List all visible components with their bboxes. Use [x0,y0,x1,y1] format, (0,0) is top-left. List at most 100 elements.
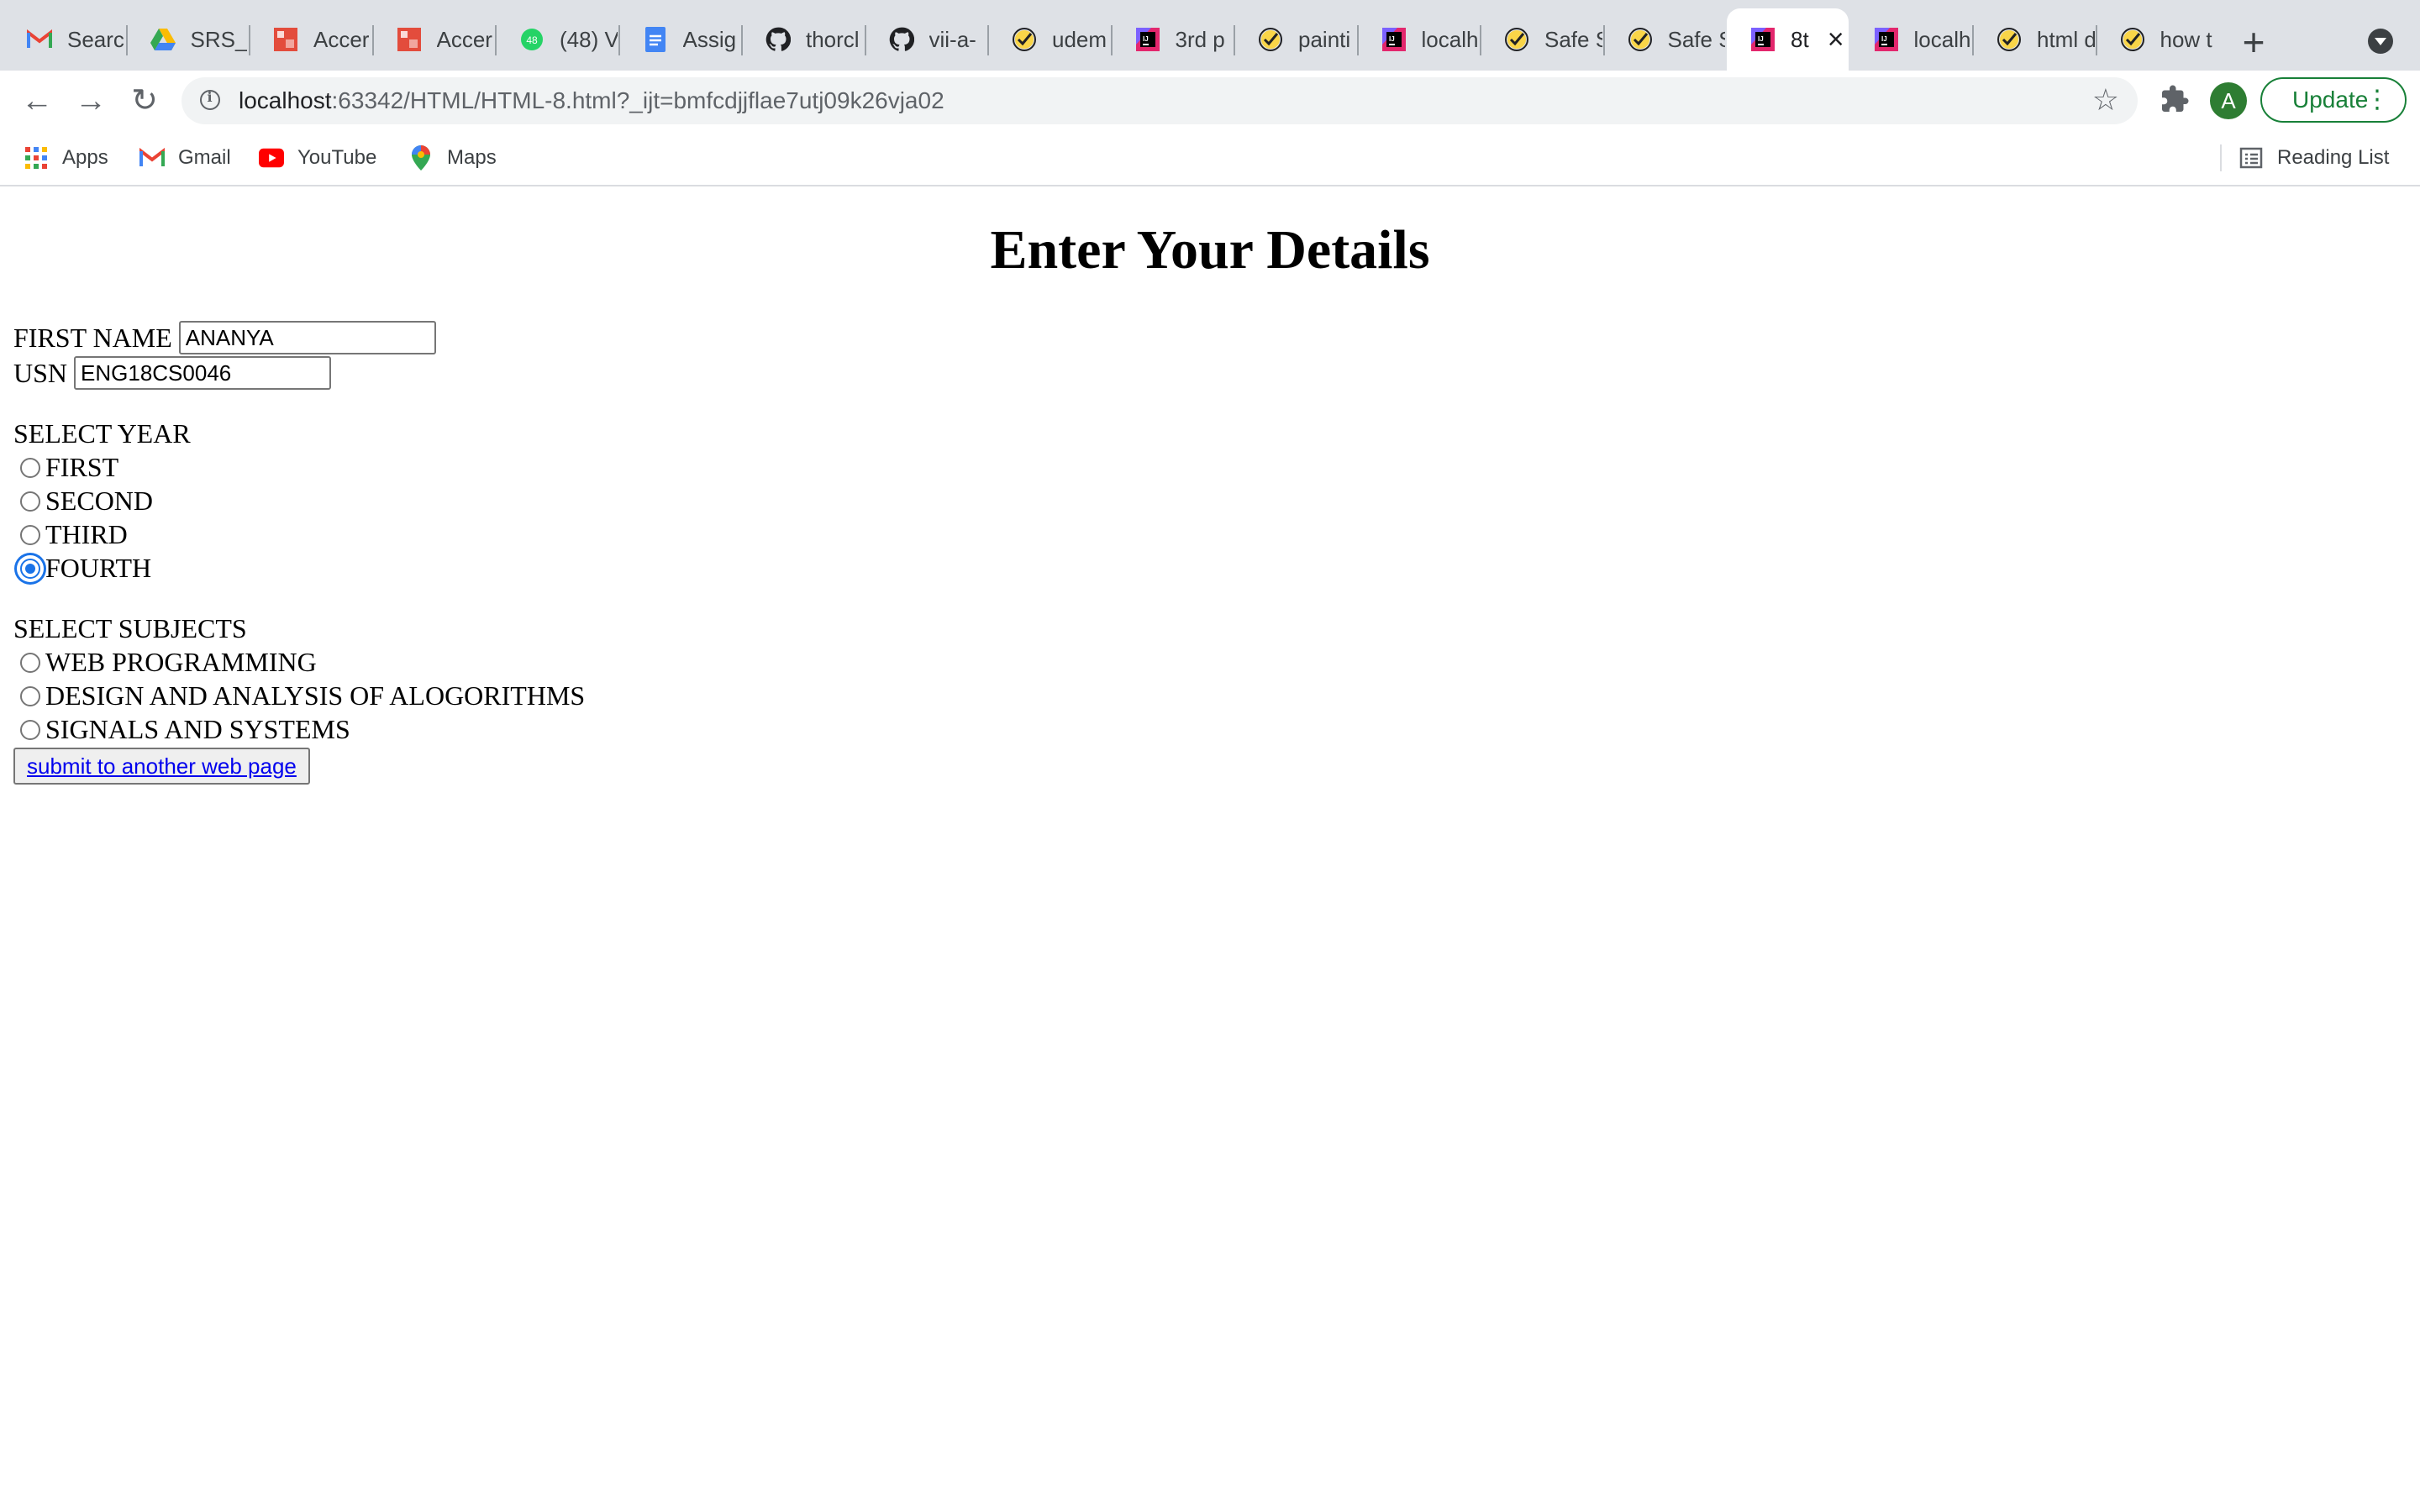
year-option[interactable]: SECOND [12,486,153,517]
bookmark-label: Reading List [2277,146,2390,169]
profile-avatar[interactable]: A [2210,82,2247,119]
year-radio[interactable] [20,524,40,545]
year-option[interactable]: FIRST [12,452,118,483]
browser-tab[interactable]: Accer [250,8,371,71]
subject-option[interactable]: WEB PROGRAMMING [12,647,317,678]
browser-tab[interactable]: Safe S [1604,8,1726,71]
forward-icon[interactable]: → [72,82,109,119]
gmail-icon [139,145,165,171]
github-icon [889,27,914,52]
url-text[interactable]: localhost:63342/HTML/HTML-8.html?_ijt=bm… [239,77,944,124]
tab-label: vii-a- [929,26,976,52]
tab-strip: Searc SRS_ Accer Accer 48 (48) V Assig thorcl vi… [0,0,2420,71]
browser-tab[interactable]: painti [1234,8,1356,71]
browser-tab[interactable]: Assig [619,8,741,71]
google-drive-icon [150,27,176,52]
checkmark-icon [1628,27,1653,52]
extensions-puzzle-icon[interactable] [2160,84,2193,118]
browser-tab[interactable]: SRS_ [127,8,249,71]
site-info-icon[interactable] [200,89,220,110]
tab-label: 3rd p [1175,26,1225,52]
first-name-row: FIRST NAME [13,321,436,354]
more-menu-icon[interactable]: ⋮ [2365,79,2390,121]
back-icon[interactable]: ← [18,82,55,119]
year-label: THIRD [45,519,128,549]
svg-text:IJ: IJ [1143,35,1149,43]
update-button[interactable]: Update ⋮ [2260,77,2407,123]
subject-radio[interactable] [20,685,40,706]
intellij-icon: IJ [1750,27,1776,52]
tab-label: Safe S [1667,26,1726,52]
svg-text:IJ: IJ [1758,35,1764,43]
browser-tab[interactable]: Accer [373,8,495,71]
browser-tab[interactable]: IJ 8t × [1727,8,1849,71]
tab-separator [618,25,620,55]
reading-list-button[interactable]: Reading List [2238,131,2389,185]
bookmark-maps[interactable]: Maps [408,131,497,185]
browser-tab[interactable]: IJ localh [1358,8,1480,71]
svg-text:IJ: IJ [1389,35,1395,43]
browser-tab[interactable]: udem [988,8,1110,71]
browser-tab[interactable]: thorcl [742,8,864,71]
bookmark-youtube[interactable]: YouTube [259,131,376,185]
bookmarks-bar: Apps Gmail YouTube Maps Reading List [0,131,2420,186]
tab-label: 8t [1791,26,1809,52]
year-heading: SELECT YEAR [13,418,191,449]
bookmark-label: Apps [62,146,108,169]
tab-separator [371,25,374,55]
tab-label: painti [1298,26,1351,52]
checkmark-icon [1258,27,1283,52]
subject-option[interactable]: SIGNALS AND SYSTEMS [12,714,350,745]
submit-button[interactable]: submit to another web page [13,748,310,785]
tab-label: Assig [682,26,737,52]
subject-label: WEB PROGRAMMING [45,647,317,677]
first-name-input[interactable] [178,321,436,354]
subjects-heading: SELECT SUBJECTS [13,613,247,643]
reload-icon[interactable]: ↻ [126,82,163,119]
checkmark-icon [1996,27,2022,52]
accent-icon [273,27,298,52]
browser-tab[interactable]: how t [2096,8,2218,71]
svg-text:48: 48 [526,34,538,46]
usn-label: USN [13,357,68,388]
year-radio[interactable] [20,491,40,512]
tab-label: html d [2037,26,2095,52]
tab-separator [1480,25,1481,55]
close-tab-icon[interactable]: × [1828,25,1844,54]
tab-label: Safe S [1544,26,1602,52]
browser-tab[interactable]: IJ 3rd p [1112,8,1234,71]
browser-tab[interactable]: html d [1973,8,2095,71]
browser-tab[interactable]: Searc [3,8,125,71]
new-tab-button[interactable]: + [2235,17,2272,67]
gmail-icon [27,27,52,52]
tab-separator [125,25,128,55]
tab-label: Accer [436,26,492,52]
year-option[interactable]: THIRD [12,519,128,550]
browser-tab[interactable]: vii-a- [865,8,987,71]
browser-tab[interactable]: IJ localh [1850,8,1972,71]
year-label: SECOND [45,486,154,516]
bookmark-apps[interactable]: Apps [24,131,108,185]
tab-separator [1972,25,1974,55]
year-option[interactable]: FOURTH [12,553,151,584]
bookmark-star-icon[interactable]: ☆ [2092,82,2119,118]
tab-label: udem [1052,26,1107,52]
accent-icon [397,27,422,52]
bookmark-gmail[interactable]: Gmail [139,131,231,185]
subject-radio[interactable] [20,719,40,740]
year-radio[interactable] [20,457,40,478]
browser-tab[interactable]: 48 (48) V [496,8,618,71]
tab-label: thorcl [806,26,860,52]
bookmark-label: YouTube [297,146,377,169]
subject-radio[interactable] [20,652,40,673]
tab-separator [1602,25,1605,55]
address-bar[interactable]: localhost:63342/HTML/HTML-8.html?_ijt=bm… [182,77,2138,124]
browser-tab[interactable]: Safe S [1481,8,1602,71]
usn-row: USN [13,356,332,390]
tab-search-icon[interactable] [2368,29,2393,54]
year-label: FIRST [45,452,119,482]
subject-option[interactable]: DESIGN AND ANALYSIS OF ALOGORITHMS [12,680,585,711]
bookmark-label: Maps [447,146,497,169]
year-radio[interactable] [20,558,40,579]
usn-input[interactable] [74,356,332,390]
